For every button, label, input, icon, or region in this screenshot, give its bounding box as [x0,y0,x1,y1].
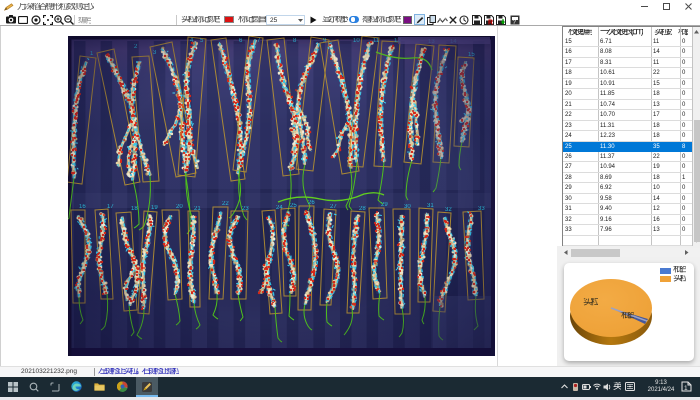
svg-text:R: R [488,20,493,26]
svg-text:1: 1 [684,385,688,392]
